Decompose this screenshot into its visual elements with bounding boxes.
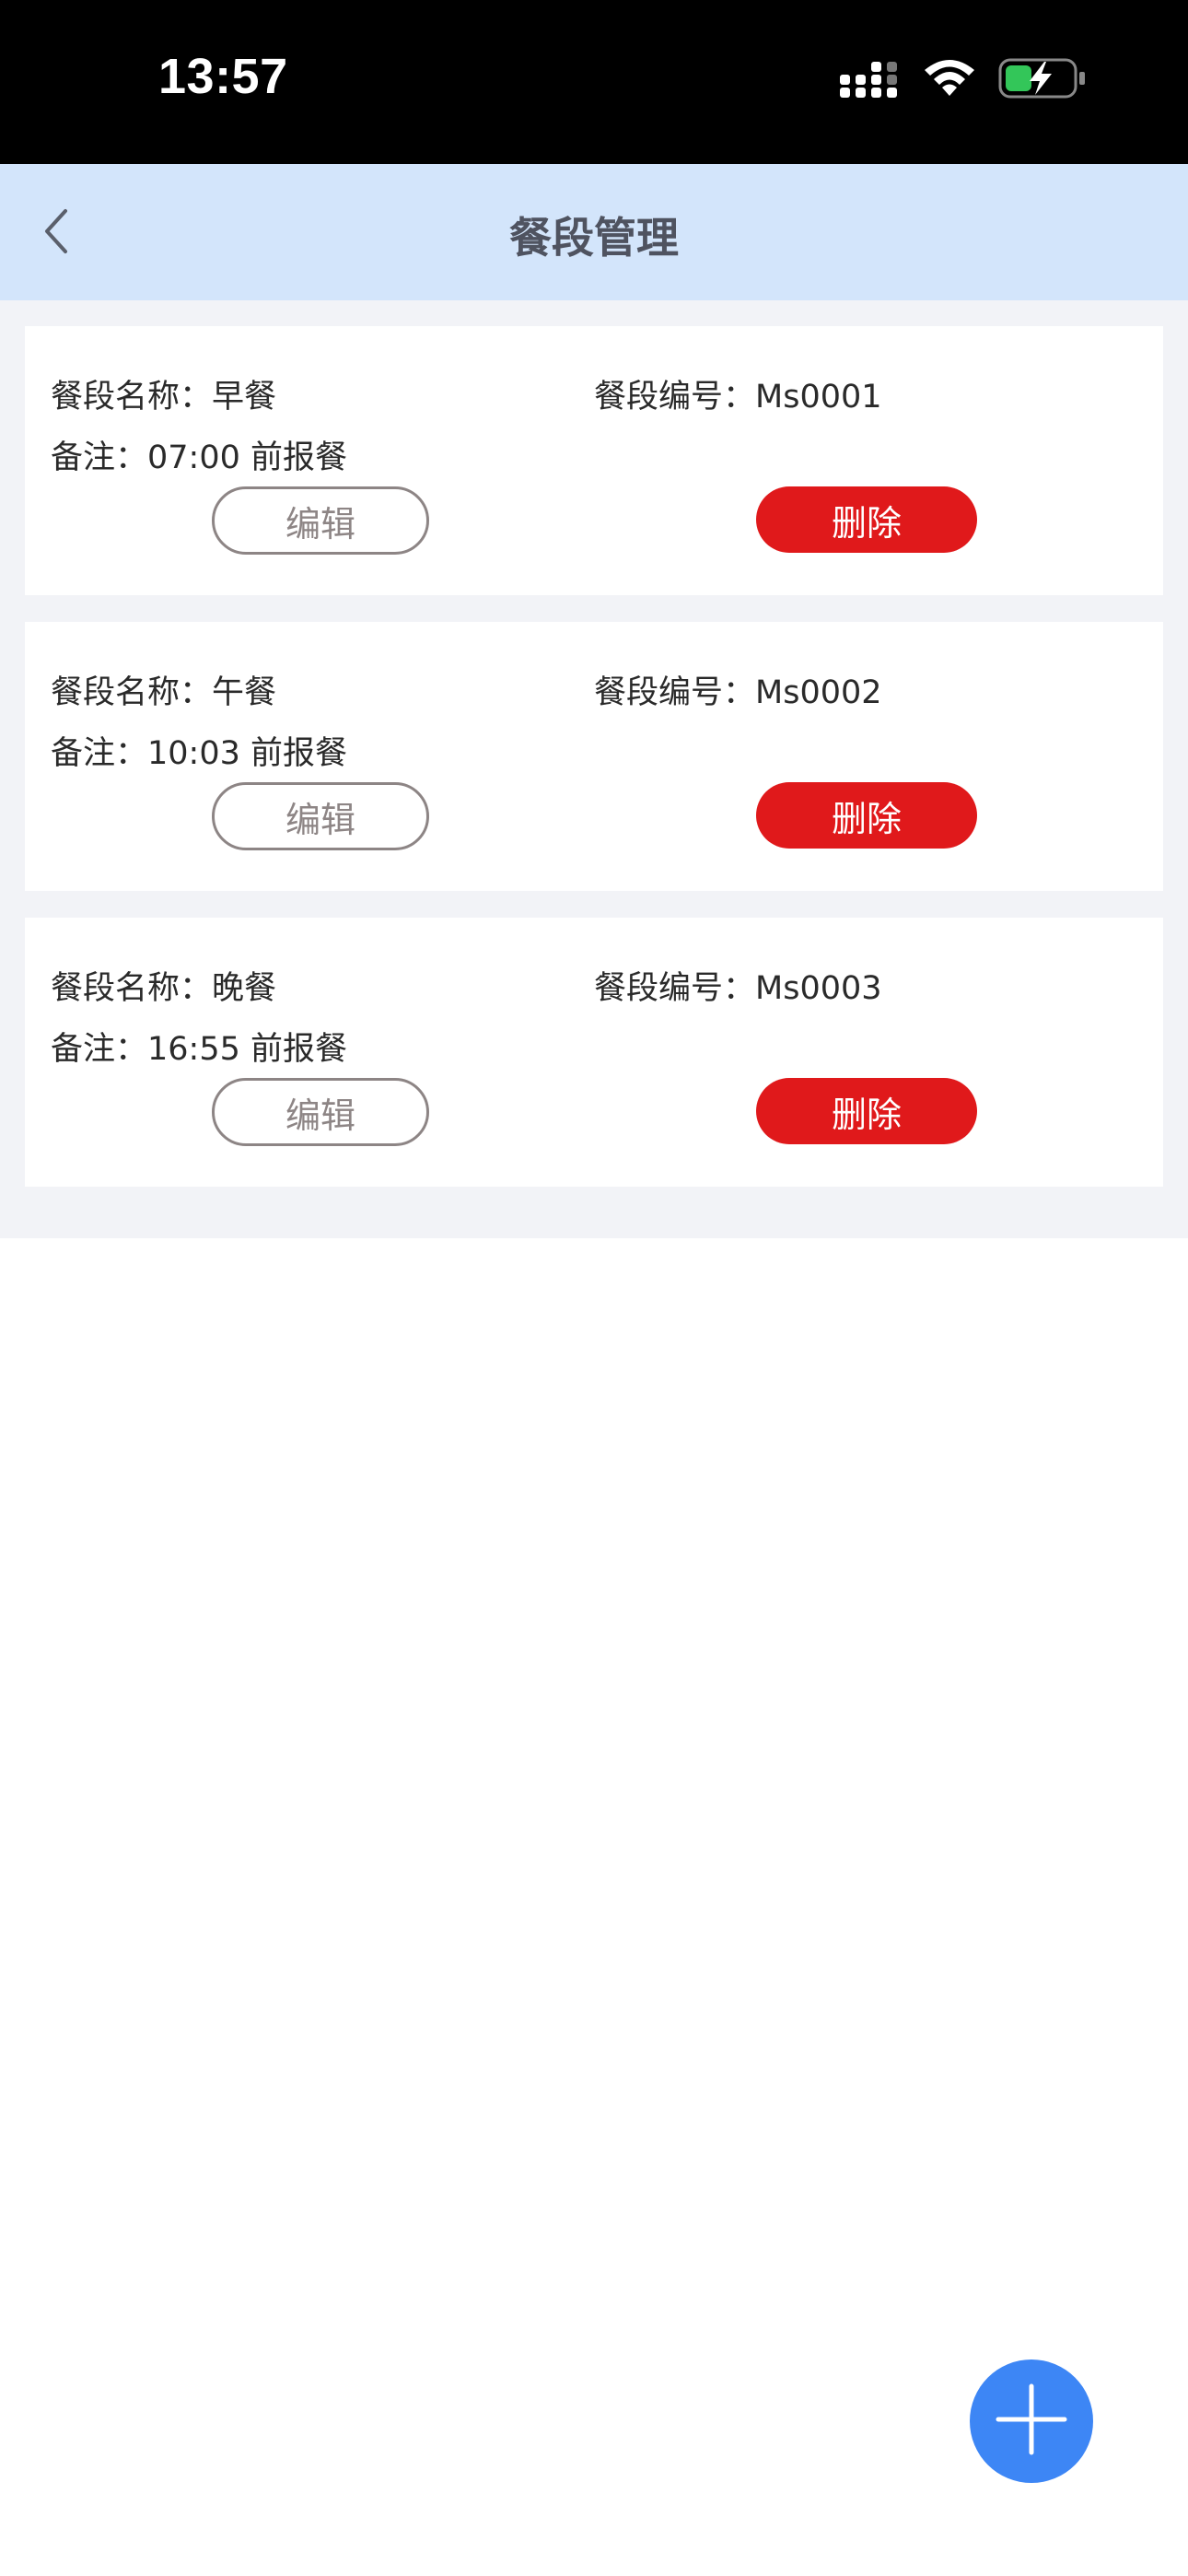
meal-code-value: Ms0003 [755,970,882,1007]
meal-name-row: 餐段名称：午餐 [51,666,276,713]
meal-note-row: 备注：07:00 前报餐 [51,431,347,478]
meal-name-label: 餐段名称： [51,970,213,1007]
meal-name-row: 餐段名称：早餐 [51,370,276,417]
add-meal-period-button[interactable] [970,2359,1093,2483]
meal-name-value: 早餐 [212,379,277,416]
plus-icon [995,2383,1068,2460]
meal-note-value: 16:55 前报餐 [147,1031,348,1068]
meal-code-label: 餐段编号： [594,674,756,711]
meal-period-card: 餐段名称：午餐 餐段编号：Ms0002 备注：10:03 前报餐 编辑 删除 [25,622,1163,891]
meal-note-value: 10:03 前报餐 [147,735,348,772]
wifi-icon [923,59,976,101]
edit-button[interactable]: 编辑 [212,782,429,850]
status-bar: 13:57 [0,0,1188,164]
meal-period-card: 餐段名称：早餐 餐段编号：Ms0001 备注：07:00 前报餐 编辑 删除 [25,326,1163,595]
meal-name-label: 餐段名称： [51,674,213,711]
meal-period-list: 餐段名称：早餐 餐段编号：Ms0001 备注：07:00 前报餐 编辑 删除 餐… [0,300,1188,1238]
meal-code-value: Ms0002 [755,674,882,711]
page-title: 餐段管理 [509,213,679,263]
meal-code-row: 餐段编号：Ms0003 [594,962,882,1009]
meal-note-label: 备注： [51,735,148,772]
meal-note-label: 备注： [51,1031,148,1068]
meal-name-value: 晚餐 [212,970,277,1007]
delete-button[interactable]: 删除 [756,782,977,849]
delete-button[interactable]: 删除 [756,486,977,553]
meal-note-label: 备注： [51,439,148,476]
status-time: 13:57 [158,49,288,104]
meal-name-value: 午餐 [212,674,277,711]
meal-period-card: 餐段名称：晚餐 餐段编号：Ms0003 备注：16:55 前报餐 编辑 删除 [25,918,1163,1187]
meal-name-label: 餐段名称： [51,379,213,416]
meal-note-value: 07:00 前报餐 [147,439,348,476]
meal-note-row: 备注：10:03 前报餐 [51,727,347,774]
edit-button[interactable]: 编辑 [212,1078,429,1146]
meal-code-label: 餐段编号： [594,379,756,416]
meal-note-row: 备注：16:55 前报餐 [51,1023,347,1070]
meal-name-row: 餐段名称：晚餐 [51,962,276,1009]
meal-code-label: 餐段编号： [594,970,756,1007]
battery-charging-icon [998,56,1087,104]
meal-code-row: 餐段编号：Ms0002 [594,666,882,713]
meal-code-value: Ms0001 [755,379,882,416]
status-icons [840,57,1087,103]
edit-button[interactable]: 编辑 [212,486,429,555]
nav-bar: 餐段管理 [0,164,1188,300]
cellular-signal-icon [840,62,901,99]
meal-code-row: 餐段编号：Ms0001 [594,370,882,417]
delete-button[interactable]: 删除 [756,1078,977,1144]
